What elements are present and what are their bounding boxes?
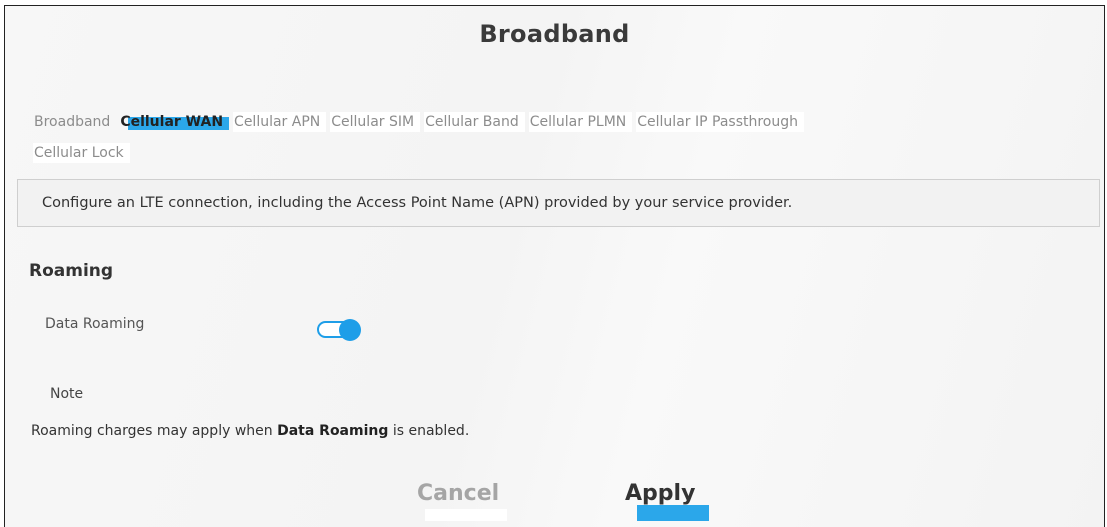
cancel-highlight [425, 509, 507, 521]
description-text: Configure an LTE connection, including t… [42, 195, 793, 211]
tab-cellular-apn[interactable]: Cellular APN [233, 112, 327, 132]
description-box: Configure an LTE connection, including t… [17, 179, 1100, 227]
tab-cellular-wan[interactable]: Cellular WAN [120, 112, 229, 132]
data-roaming-toggle[interactable] [317, 316, 363, 344]
tab-cellular-sim[interactable]: Cellular SIM [330, 112, 421, 132]
note-text: Roaming charges may apply when Data Roam… [31, 423, 470, 439]
tab-row-2: Cellular Lock [33, 143, 1033, 163]
tab-cellular-band[interactable]: Cellular Band [424, 112, 525, 132]
data-roaming-label: Data Roaming [45, 316, 145, 332]
note-label: Note [50, 386, 84, 402]
tab-bar: Broadband Cellular WAN Cellular APN Cell… [33, 112, 1033, 163]
tab-cellular-ip-passthrough[interactable]: Cellular IP Passthrough [636, 112, 804, 132]
apply-highlight [637, 505, 709, 521]
tab-cellular-lock[interactable]: Cellular Lock [33, 143, 130, 163]
apply-button[interactable]: Apply [625, 481, 709, 521]
page-title: Broadband [479, 20, 630, 48]
tab-row-1: Broadband Cellular WAN Cellular APN Cell… [33, 112, 1033, 132]
tab-cellular-plmn[interactable]: Cellular PLMN [528, 112, 633, 132]
settings-panel: Broadband Broadband Cellular WAN Cellula… [4, 5, 1105, 527]
cancel-button[interactable]: Cancel [417, 481, 507, 521]
toggle-knob [339, 319, 361, 341]
section-title-roaming: Roaming [29, 261, 114, 281]
tab-broadband[interactable]: Broadband [33, 112, 116, 132]
